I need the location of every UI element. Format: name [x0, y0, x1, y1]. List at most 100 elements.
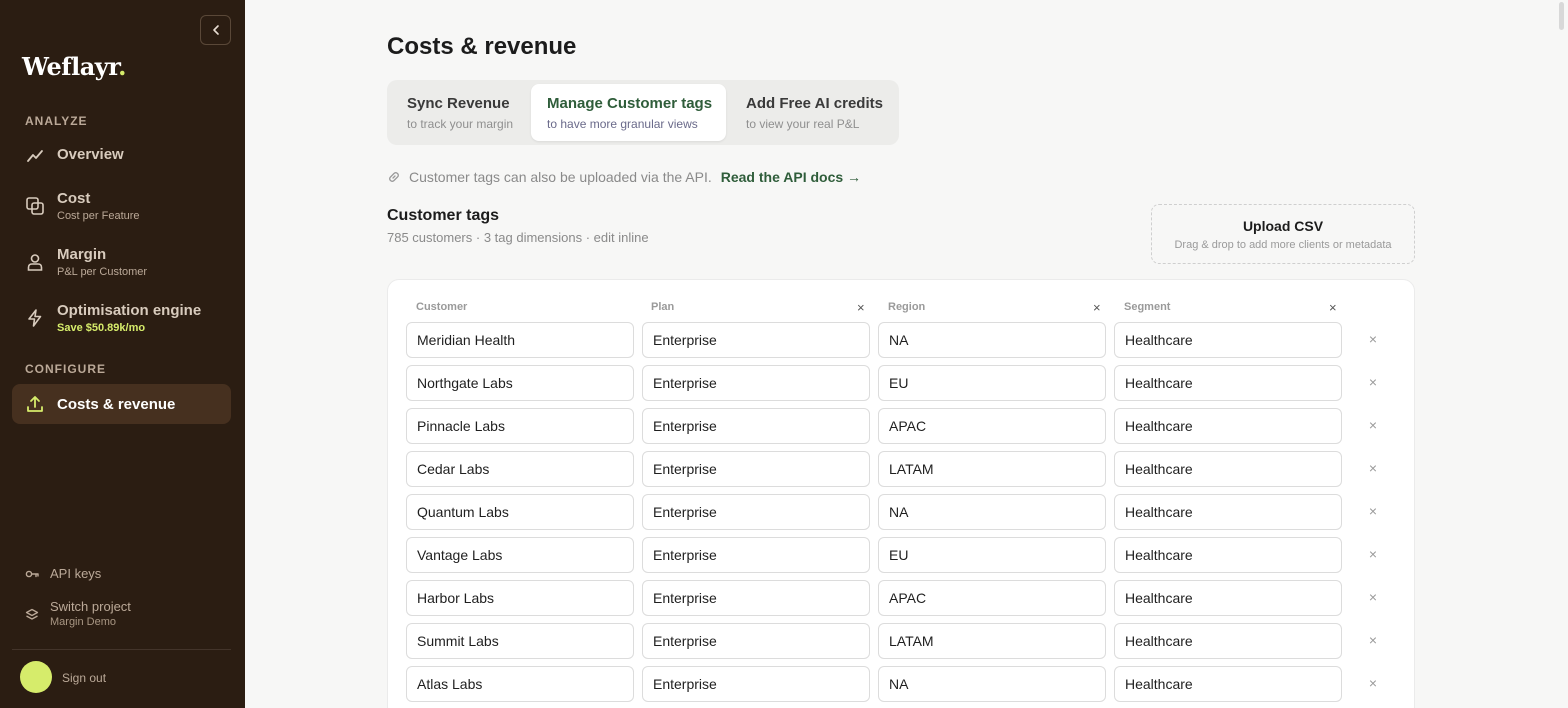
collapse-sidebar-button[interactable]	[200, 15, 231, 45]
upload-icon	[25, 394, 45, 414]
remove-column-segment-icon[interactable]: ×	[1329, 300, 1337, 315]
api-keys-link[interactable]: API keys	[24, 566, 101, 581]
region-field[interactable]	[878, 623, 1106, 659]
plan-field[interactable]	[642, 666, 870, 702]
region-field[interactable]	[878, 494, 1106, 530]
remove-row-icon[interactable]: ×	[1366, 503, 1380, 519]
project-name: Margin Demo	[50, 616, 117, 628]
plan-field[interactable]	[642, 494, 870, 530]
customer-field[interactable]	[406, 408, 634, 444]
remove-row-icon[interactable]: ×	[1366, 417, 1380, 433]
tab-subtitle: to have more granular views	[547, 117, 698, 131]
chevron-left-icon	[212, 25, 219, 35]
remove-column-region-icon[interactable]: ×	[1093, 300, 1101, 315]
segment-field[interactable]	[1114, 494, 1342, 530]
plan-field[interactable]	[642, 623, 870, 659]
plan-field[interactable]	[642, 408, 870, 444]
column-header-region: Region	[888, 301, 926, 313]
segment-field[interactable]	[1114, 365, 1342, 401]
savings-badge: Save $50.89k/mo	[57, 322, 146, 334]
avatar[interactable]	[20, 661, 52, 693]
plan-field[interactable]	[642, 537, 870, 573]
nav-item-label: Costs & revenue	[57, 395, 176, 413]
region-field[interactable]	[878, 580, 1106, 616]
remove-row-icon[interactable]: ×	[1366, 546, 1380, 562]
nav-item-margin[interactable]: Margin P&L per Customer	[12, 246, 231, 278]
nav-item-costs-revenue[interactable]: Costs & revenue	[12, 384, 231, 424]
api-docs-link[interactable]: Read the API docs →	[721, 169, 861, 185]
region-field[interactable]	[878, 408, 1106, 444]
customer-field[interactable]	[406, 365, 634, 401]
remove-row-icon[interactable]: ×	[1366, 374, 1380, 390]
remove-row-icon[interactable]: ×	[1366, 331, 1380, 347]
nav-item-cost[interactable]: Cost Cost per Feature	[12, 190, 231, 222]
region-field[interactable]	[878, 451, 1106, 487]
sidebar: Weflayr. ANALYZE Overview Cost Cost per …	[0, 0, 245, 708]
tab-subtitle: to view your real P&L	[746, 117, 860, 131]
upload-csv-dropzone[interactable]: Upload CSV Drag & drop to add more clien…	[1151, 204, 1415, 264]
segment-field[interactable]	[1114, 666, 1342, 702]
remove-row-icon[interactable]: ×	[1366, 632, 1380, 648]
customer-field[interactable]	[406, 537, 634, 573]
switch-project-label: Switch project	[50, 599, 131, 614]
section-label-analyze: ANALYZE	[25, 114, 88, 128]
tab-title: Manage Customer tags	[547, 95, 713, 112]
upload-subtitle: Drag & drop to add more clients or metad…	[1174, 239, 1392, 251]
column-header-segment: Segment	[1124, 301, 1171, 313]
nav-item-label: Cost	[57, 190, 91, 207]
trend-line-icon	[25, 146, 45, 166]
section-title: Customer tags	[387, 207, 500, 224]
plan-field[interactable]	[642, 580, 870, 616]
customer-field[interactable]	[406, 494, 634, 530]
segment-field[interactable]	[1114, 537, 1342, 573]
nav-item-label: Optimisation engine	[57, 302, 202, 319]
region-field[interactable]	[878, 666, 1106, 702]
tab-add-free-ai-credits[interactable]: Add Free AI credits to view your real P&…	[730, 84, 895, 141]
column-header-plan: Plan	[651, 301, 675, 313]
segment-field[interactable]	[1114, 580, 1342, 616]
section-label-configure: CONFIGURE	[25, 362, 106, 376]
customer-field[interactable]	[406, 580, 634, 616]
plan-field[interactable]	[642, 451, 870, 487]
remove-column-plan-icon[interactable]: ×	[857, 300, 865, 315]
plan-field[interactable]	[642, 365, 870, 401]
nav-item-optimisation-engine[interactable]: Optimisation engine Save $50.89k/mo	[12, 302, 231, 334]
logo[interactable]: Weflayr.	[22, 52, 127, 81]
api-note: Customer tags can also be uploaded via t…	[387, 169, 861, 185]
api-keys-label: API keys	[50, 566, 102, 581]
region-field[interactable]	[878, 365, 1106, 401]
nav-item-sublabel: P&L per Customer	[57, 266, 148, 278]
nav-item-overview[interactable]: Overview	[12, 146, 231, 166]
tab-subtitle: to track your margin	[407, 117, 514, 131]
divider	[12, 649, 231, 650]
remove-row-icon[interactable]: ×	[1366, 675, 1380, 691]
customer-field[interactable]	[406, 666, 634, 702]
switch-project-button[interactable]: Switch project Margin Demo	[24, 599, 131, 628]
page-title: Costs & revenue	[387, 33, 577, 60]
tab-bar: Sync Revenue to track your margin Manage…	[387, 80, 899, 145]
sign-out-button[interactable]: Sign out	[62, 671, 106, 685]
segment-field[interactable]	[1114, 623, 1342, 659]
plan-field[interactable]	[642, 322, 870, 358]
segment-field[interactable]	[1114, 322, 1342, 358]
customer-field[interactable]	[406, 322, 634, 358]
tab-sync-revenue[interactable]: Sync Revenue to track your margin	[391, 84, 529, 141]
customer-field[interactable]	[406, 451, 634, 487]
scrollbar[interactable]	[1559, 2, 1564, 30]
segment-field[interactable]	[1114, 408, 1342, 444]
region-field[interactable]	[878, 322, 1106, 358]
region-field[interactable]	[878, 537, 1106, 573]
segment-field[interactable]	[1114, 451, 1342, 487]
nav-item-label: Overview	[57, 146, 124, 163]
customer-field[interactable]	[406, 623, 634, 659]
key-icon	[24, 567, 40, 581]
nav-item-sublabel: Cost per Feature	[57, 210, 140, 222]
api-note-text: Customer tags can also be uploaded via t…	[409, 169, 712, 185]
section-subtitle: 785 customers · 3 tag dimensions · edit …	[387, 230, 649, 245]
remove-row-icon[interactable]: ×	[1366, 589, 1380, 605]
customer-tags-table: Customer Plan × Region × Segment × × × × × ×…	[387, 279, 1415, 708]
lightning-icon	[25, 308, 45, 328]
column-header-customer: Customer	[416, 301, 468, 313]
remove-row-icon[interactable]: ×	[1366, 460, 1380, 476]
tab-manage-customer-tags[interactable]: Manage Customer tags to have more granul…	[531, 84, 726, 141]
